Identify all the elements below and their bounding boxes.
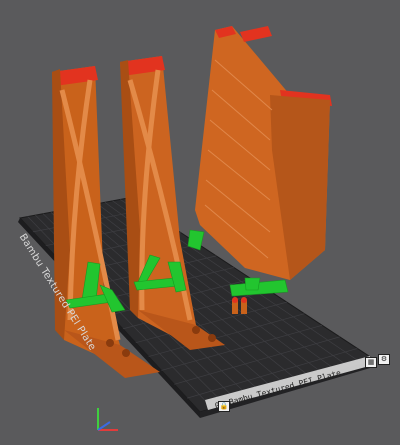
plate-settings-icon[interactable]: ⚙ xyxy=(378,354,390,365)
plate-lock-icon[interactable]: 🔒 xyxy=(218,401,230,412)
plate-arrange-icon[interactable]: ▦ xyxy=(365,357,377,368)
3d-viewport[interactable]: Bambu Textured PEI Plate 01 Bambu Textur… xyxy=(0,0,400,441)
z-axis xyxy=(97,421,111,431)
model-part-3[interactable] xyxy=(195,26,332,280)
axis-gizmo xyxy=(97,408,118,431)
